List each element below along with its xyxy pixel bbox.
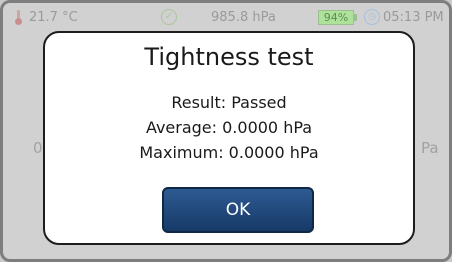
battery-icon: 94% — [318, 10, 354, 25]
check-circle-icon: ✓ — [161, 9, 177, 25]
result-text: Result: Passed — [171, 93, 287, 112]
average-text: Average: 0.0000 hPa — [145, 118, 313, 137]
background-unit-fragment: Pa — [421, 139, 439, 157]
clock-icon: ◷ — [364, 9, 380, 25]
maximum-text: Maximum: 0.0000 hPa — [139, 143, 319, 162]
thermometer-icon — [15, 10, 22, 25]
pressure-value: 985.8 hPa — [211, 10, 276, 25]
device-screen: 21.7 °C ✓ 985.8 hPa 94% ◷ 05:13 PM 0. Pa… — [0, 0, 452, 262]
tightness-test-dialog: Tightness test Result: Passed Average: 0… — [43, 31, 415, 245]
battery-level: 94% — [323, 11, 349, 24]
battery-tip — [354, 14, 357, 21]
status-bar: 21.7 °C ✓ 985.8 hPa 94% ◷ 05:13 PM — [3, 3, 449, 33]
dialog-title: Tightness test — [144, 43, 314, 71]
time-value: 05:13 PM — [383, 10, 444, 25]
ok-button[interactable]: OK — [162, 187, 314, 233]
temperature-value: 21.7 °C — [29, 10, 78, 25]
